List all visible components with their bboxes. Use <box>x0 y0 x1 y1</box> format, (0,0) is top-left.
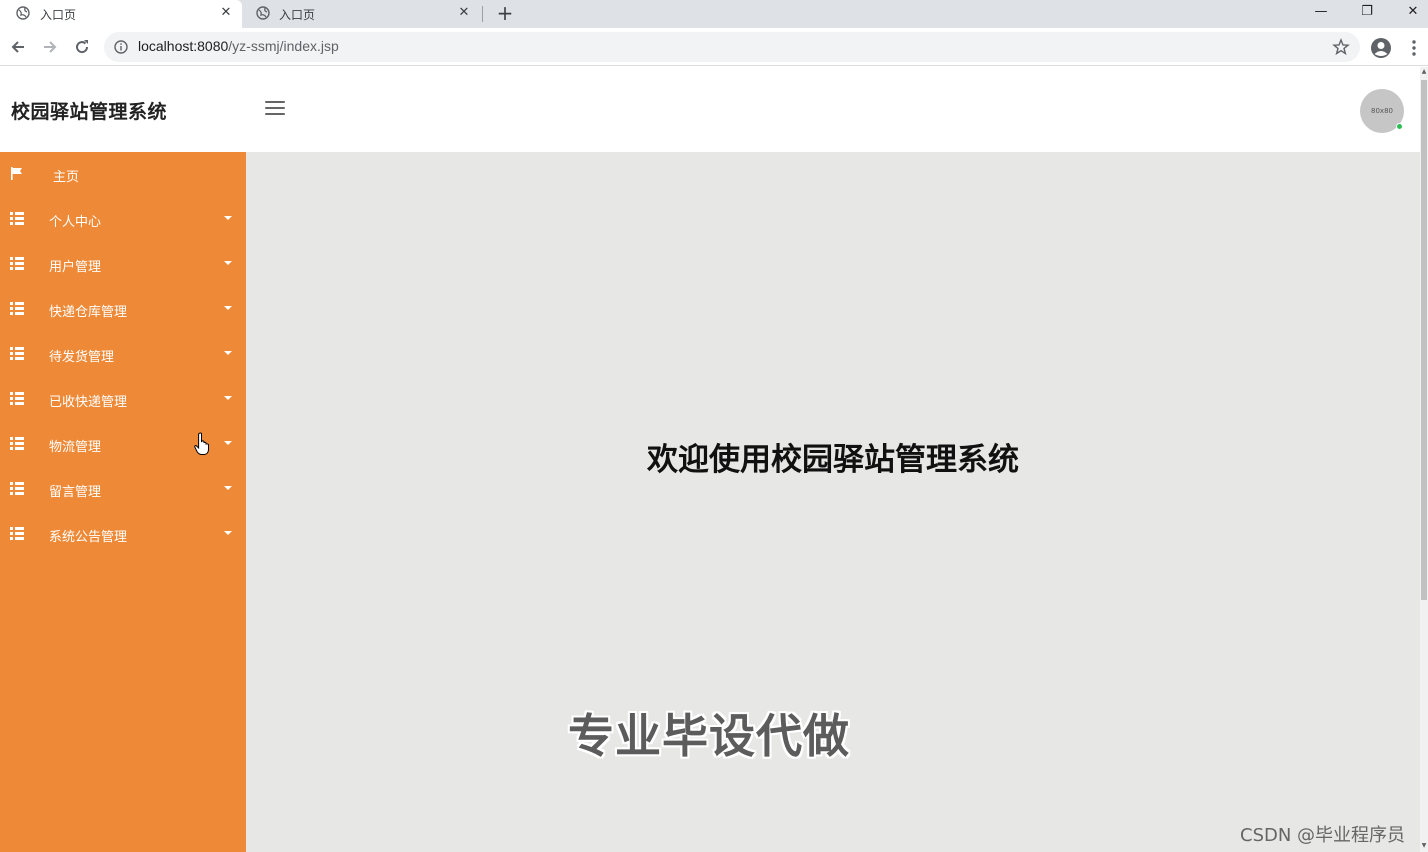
sidebar-item-personal-center[interactable]: 个人中心 <box>0 197 246 242</box>
sidebar-item-received-packages[interactable]: 已收快递管理 <box>0 377 246 422</box>
grid-icon <box>10 302 24 315</box>
close-icon[interactable]: ✕ <box>218 5 234 20</box>
sidebar-item-label: 用户管理 <box>49 260 102 275</box>
browser-tab-inactive[interactable]: 入口页 ✕ <box>244 0 480 28</box>
caret-down-icon <box>224 531 232 535</box>
browser-tab-active[interactable]: 入口页 ✕ <box>0 0 242 28</box>
watermark-text: 专业毕设代做 <box>568 709 850 763</box>
tab-title: 入口页 <box>40 8 77 22</box>
sidebar-item-label: 已收快递管理 <box>49 395 128 410</box>
online-status-dot <box>1396 123 1403 130</box>
grid-icon <box>10 527 24 540</box>
scroll-down-arrow-icon[interactable]: ▼ <box>1420 842 1428 850</box>
caret-down-icon <box>224 441 232 445</box>
close-icon[interactable]: ✕ <box>456 5 472 20</box>
app-header: 校园驿站管理系统 80x80 <box>0 67 1420 152</box>
new-tab-button[interactable]: + <box>496 2 514 24</box>
kebab-menu-icon[interactable] <box>1407 38 1421 58</box>
window-close-button[interactable]: ✕ <box>1402 2 1424 22</box>
grid-icon <box>10 212 24 225</box>
back-arrow-icon[interactable] <box>8 37 28 57</box>
main-content: 欢迎使用校园驿站管理系统 专业毕设代做 CSDN @毕业程序员 <box>246 152 1420 852</box>
caret-down-icon <box>224 351 232 355</box>
tab-title: 入口页 <box>279 8 316 22</box>
sidebar-item-messages[interactable]: 留言管理 <box>0 467 246 512</box>
sidebar-item-pending-shipment[interactable]: 待发货管理 <box>0 332 246 377</box>
sidebar-item-label: 物流管理 <box>49 440 102 455</box>
grid-icon <box>10 347 24 360</box>
minimize-button[interactable]: — <box>1310 2 1332 22</box>
sidebar-item-label: 快递仓库管理 <box>49 305 128 320</box>
globe-icon <box>256 6 270 20</box>
brand-title: 校园驿站管理系统 <box>11 101 168 123</box>
sidebar-item-label: 主页 <box>53 170 80 185</box>
grid-icon <box>10 482 24 495</box>
sidebar-item-label: 待发货管理 <box>49 350 115 365</box>
caret-down-icon <box>224 216 232 220</box>
sidebar: 主页 个人中心 用户管理 快递仓库管理 待发货管理 已收快递管理 物流管理 留言… <box>0 152 246 852</box>
grid-icon <box>10 257 24 270</box>
forward-arrow-icon[interactable] <box>40 37 60 57</box>
profile-icon[interactable] <box>1370 37 1392 59</box>
sidebar-item-home[interactable]: 主页 <box>0 152 246 197</box>
browser-toolbar: localhost:8080/yz-ssmj/index.jsp <box>0 28 1428 66</box>
reload-icon[interactable] <box>72 37 92 57</box>
caret-down-icon <box>224 396 232 400</box>
tab-separator <box>482 6 483 22</box>
csdn-watermark: CSDN @毕业程序员 <box>1240 825 1406 846</box>
restore-button[interactable]: ❐ <box>1356 2 1378 22</box>
bookmark-star-icon[interactable] <box>1332 38 1350 56</box>
sidebar-item-label: 系统公告管理 <box>49 530 128 545</box>
hamburger-menu-icon[interactable] <box>265 101 285 117</box>
url-host: localhost:8080 <box>138 38 229 54</box>
scrollbar-thumb[interactable] <box>1421 80 1427 600</box>
caret-down-icon <box>224 486 232 490</box>
flag-icon <box>11 167 22 180</box>
sidebar-item-label: 个人中心 <box>49 215 102 230</box>
sidebar-item-warehouse-management[interactable]: 快递仓库管理 <box>0 287 246 332</box>
sidebar-item-label: 留言管理 <box>49 485 102 500</box>
browser-tabstrip: 入口页 ✕ 入口页 ✕ + — ❐ ✕ <box>0 0 1428 28</box>
scroll-up-arrow-icon[interactable]: ▲ <box>1420 68 1428 76</box>
sidebar-item-user-management[interactable]: 用户管理 <box>0 242 246 287</box>
welcome-heading: 欢迎使用校园驿站管理系统 <box>647 442 1019 478</box>
grid-icon <box>10 392 24 405</box>
info-icon[interactable] <box>114 40 128 54</box>
caret-down-icon <box>224 261 232 265</box>
caret-down-icon <box>224 306 232 310</box>
sidebar-item-announcements[interactable]: 系统公告管理 <box>0 512 246 557</box>
url-text: localhost:8080/yz-ssmj/index.jsp <box>138 38 339 54</box>
url-path: /yz-ssmj/index.jsp <box>228 38 339 54</box>
globe-icon <box>16 6 30 20</box>
hand-pointer-cursor-icon <box>194 432 209 455</box>
address-bar[interactable]: localhost:8080/yz-ssmj/index.jsp <box>104 32 1360 62</box>
grid-icon <box>10 437 24 450</box>
